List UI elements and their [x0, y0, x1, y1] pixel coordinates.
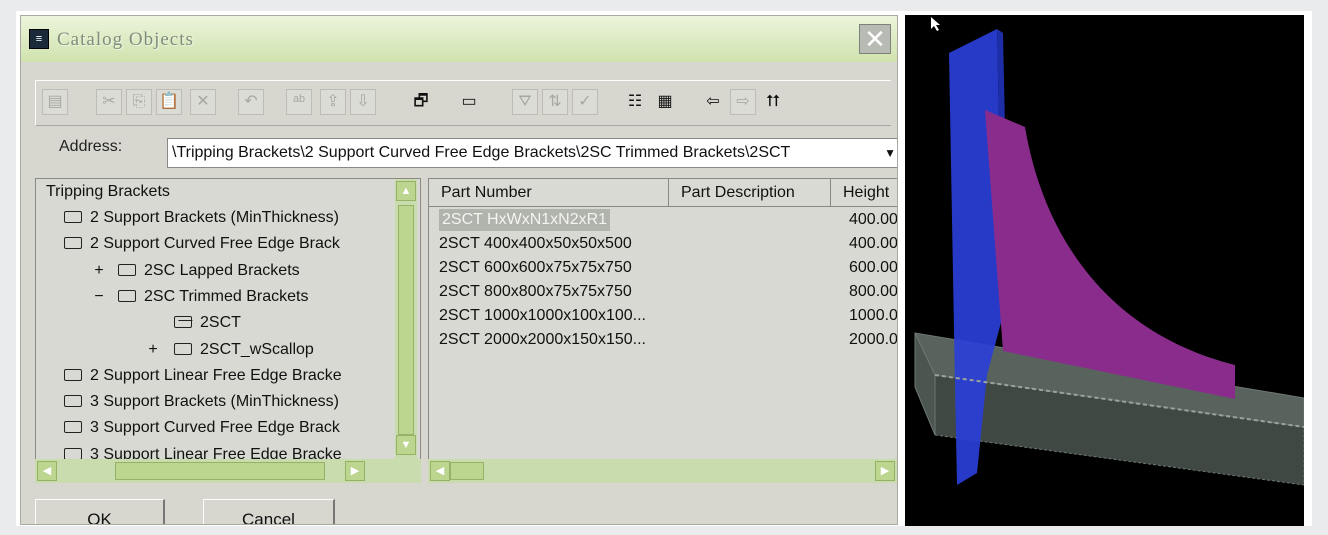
tree-item[interactable]: 2 Support Linear Free Edge Bracke: [64, 363, 342, 389]
tree-item-label: 3 Support Curved Free Edge Brack: [90, 419, 340, 437]
scroll-thumb[interactable]: [450, 462, 484, 480]
undo-icon[interactable]: ↶: [238, 89, 264, 115]
folder-icon: [64, 211, 82, 223]
column-header-height[interactable]: Height: [831, 179, 897, 207]
ok-button[interactable]: OK: [35, 499, 165, 524]
tree-item[interactable]: 2SCT_wScallop: [174, 337, 314, 363]
folder-icon: [118, 263, 136, 276]
tree-item[interactable]: 2 Support Curved Free Edge Brack: [64, 231, 340, 257]
column-header-part-description[interactable]: Part Description: [669, 179, 831, 207]
tree-horizontal-scrollbar[interactable]: ◀ ▶: [35, 459, 421, 483]
tree-item[interactable]: 2SCT: [174, 310, 241, 336]
details-view-icon[interactable]: ▦: [652, 89, 678, 115]
scroll-left-icon[interactable]: ◀: [430, 461, 450, 481]
tree-item-label: 2SCT_wScallop: [200, 340, 314, 358]
app-icon: ≡: [29, 29, 49, 49]
scroll-left-icon[interactable]: ◀: [37, 461, 57, 481]
title-bar[interactable]: ≡ Catalog Objects ✕: [21, 16, 897, 62]
tree-item[interactable]: 3 Support Curved Free Edge Brack: [64, 415, 340, 441]
dialog-title: Catalog Objects: [57, 29, 194, 50]
tree-item-label: 2SC Lapped Brackets: [144, 261, 300, 279]
up-folder-icon[interactable]: ⮅: [760, 89, 786, 115]
table-row-part-number[interactable]: 2SCT 2000x2000x150x150...: [439, 329, 646, 351]
scroll-thumb[interactable]: [398, 205, 414, 435]
tree-item-label: 2 Support Linear Free Edge Bracke: [90, 366, 342, 384]
delete-icon[interactable]: ✕: [190, 89, 216, 115]
sort-icon[interactable]: ⇅: [542, 89, 568, 115]
table-row-height: 2000.0: [849, 331, 898, 348]
rename-icon[interactable]: ᵃᵇ: [286, 89, 312, 115]
filter-icon[interactable]: ⛛: [512, 89, 538, 115]
part-list: Part Number Part Description Height 2SCT…: [428, 178, 898, 483]
tree-item[interactable]: 3 Support Brackets (MinThickness): [64, 389, 339, 415]
tree-item-label: 3 Support Brackets (MinThickness): [90, 393, 339, 411]
tree-root-label[interactable]: Tripping Brackets: [46, 179, 170, 205]
folder-icon: [64, 237, 82, 250]
expand-icon[interactable]: +: [92, 262, 106, 280]
copy-icon[interactable]: ⎘: [126, 89, 152, 115]
table-row-part-number[interactable]: 2SCT 400x400x50x50x500: [439, 233, 632, 255]
export-icon[interactable]: ⇩: [350, 89, 376, 115]
scroll-thumb[interactable]: [115, 462, 325, 480]
back-icon[interactable]: ⇦: [700, 89, 726, 115]
table-row-part-number[interactable]: 2SCT 600x600x75x75x750: [439, 257, 632, 279]
scroll-right-icon[interactable]: ▶: [345, 461, 365, 481]
collapse-icon[interactable]: −: [92, 288, 106, 306]
table-row-height: 400.00: [849, 235, 898, 252]
table-row-height: 400.00: [849, 211, 898, 228]
catalog-objects-dialog: ≡ Catalog Objects ✕ ▤ ✂ ⎘ 📋 ✕ ↶ ᵃᵇ ⇪ ⇩ 🗗 ▭ ⛛ ⇅ ✓ ☷ ▦ ⇦ ⇨ ⮅…: [20, 15, 898, 525]
3d-viewport[interactable]: [905, 15, 1304, 526]
tree-item[interactable]: 2SC Lapped Brackets: [118, 258, 300, 284]
tree-item-label: 2 Support Brackets (MinThickness): [90, 209, 339, 226]
folder-icon: [64, 421, 82, 434]
folder-icon: [64, 368, 82, 381]
scroll-down-icon[interactable]: ▼: [396, 435, 416, 455]
column-header-part-number[interactable]: Part Number: [429, 179, 669, 207]
address-value: \Tripping Brackets\2 Support Curved Free…: [172, 144, 791, 161]
cut-icon[interactable]: ✂: [96, 89, 122, 115]
catalog-tree: Tripping Brackets ▲ ▼ 2 Support Brackets…: [35, 178, 421, 483]
folder-icon: [64, 447, 82, 460]
tree-item[interactable]: 2 Support Brackets (MinThickness): [64, 205, 339, 231]
pointer-cursor-icon: [931, 17, 940, 31]
bracket-3d-model: [914, 17, 1304, 486]
tree-vertical-scrollbar[interactable]: ▲ ▼: [395, 179, 417, 482]
folder-icon: [64, 395, 82, 408]
table-row-part-number[interactable]: 2SCT HxWxN1xN2xR1: [439, 209, 611, 231]
table-row-height: 1000.0: [849, 307, 898, 324]
scroll-right-icon[interactable]: ▶: [875, 461, 895, 481]
table-row-part-number[interactable]: 2SCT 800x800x75x75x750: [439, 281, 632, 303]
toolbar: ▤ ✂ ⎘ 📋 ✕ ↶ ᵃᵇ ⇪ ⇩ 🗗 ▭ ⛛ ⇅ ✓ ☷ ▦ ⇦ ⇨ ⮅: [35, 80, 891, 126]
tree-item-label: 2SCT: [200, 314, 241, 332]
tree-item[interactable]: 2SC Trimmed Brackets: [118, 284, 308, 310]
window-icon[interactable]: ▭: [456, 89, 482, 115]
paste-icon[interactable]: 📋: [156, 89, 182, 115]
save-icon[interactable]: ▤: [42, 89, 68, 115]
folder-icon: [118, 289, 136, 302]
check-icon[interactable]: ✓: [572, 89, 598, 115]
table-row-height: 600.00: [849, 259, 898, 276]
folder-icon: [174, 342, 192, 355]
table-row-part-number[interactable]: 2SCT 1000x1000x100x100...: [439, 305, 646, 327]
list-horizontal-scrollbar[interactable]: ◀ ▶: [428, 459, 897, 483]
table-row-height: 800.00: [849, 283, 898, 300]
tree-item-label: 2 Support Curved Free Edge Brack: [90, 235, 340, 253]
address-label: Address:: [59, 138, 123, 155]
chevron-down-icon[interactable]: ▼: [884, 139, 896, 167]
cancel-button[interactable]: Cancel: [203, 499, 335, 524]
expand-icon[interactable]: +: [146, 341, 160, 359]
close-button[interactable]: ✕: [859, 24, 891, 54]
scroll-up-icon[interactable]: ▲: [396, 181, 416, 201]
forward-icon[interactable]: ⇨: [730, 89, 756, 115]
tree-item-label: 2SC Trimmed Brackets: [144, 287, 309, 305]
import-icon[interactable]: ⇪: [320, 89, 346, 115]
address-field[interactable]: \Tripping Brackets\2 Support Curved Free…: [167, 138, 897, 168]
list-view-icon[interactable]: ☷: [622, 89, 648, 115]
open-folder-icon: [174, 316, 192, 329]
properties-icon[interactable]: 🗗: [408, 89, 434, 115]
